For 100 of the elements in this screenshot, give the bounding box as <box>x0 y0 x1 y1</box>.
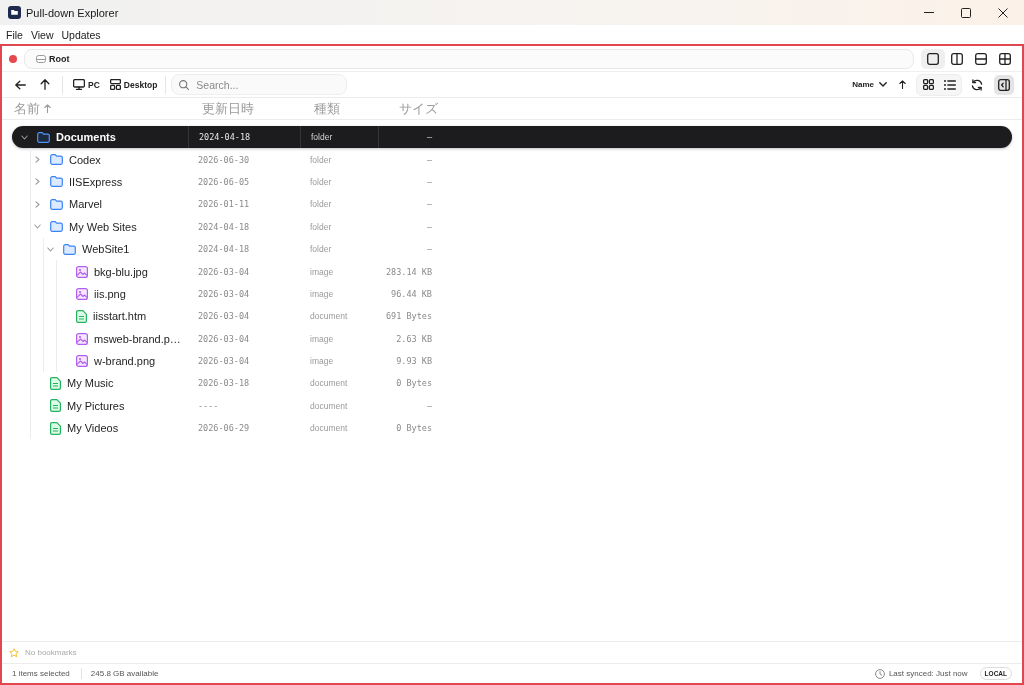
file-row[interactable]: My Web Sites 2024-04-18 folder — <box>12 215 1012 238</box>
chevron-right-icon[interactable] <box>34 200 40 208</box>
file-row[interactable]: msweb-brand.p… 2026-03-04 image 2.63 KB <box>12 327 1012 350</box>
file-row[interactable]: My Videos 2026-06-29 document 0 Bytes <box>12 417 1012 440</box>
menu-item[interactable]: Updates <box>57 28 105 41</box>
file-row[interactable]: iis.png 2026-03-04 image 96.44 KB <box>12 282 1012 306</box>
up-arrow-icon <box>898 80 906 89</box>
file-name: Documents <box>56 131 116 144</box>
two-row-icon <box>975 52 987 65</box>
window-layout-icon <box>109 79 121 90</box>
file-type: folder <box>310 199 332 210</box>
image-file-icon <box>76 355 88 368</box>
file-row[interactable]: w-brand.png 2026-03-04 image 9.93 KB <box>12 349 1012 373</box>
refresh-icon <box>971 78 983 91</box>
file-row[interactable]: iisstart.htm 2026-03-04 document 691 Bytes <box>12 305 1012 328</box>
address-bar[interactable]: Root <box>24 48 914 69</box>
file-size: — <box>426 199 432 210</box>
file-type: document <box>310 311 348 322</box>
four-pane-icon <box>999 52 1011 65</box>
folder-icon <box>63 243 76 255</box>
search-field[interactable]: Search... <box>171 74 348 95</box>
monitor-icon <box>73 79 85 90</box>
location-button[interactable]: PC <box>68 74 105 95</box>
close-icon <box>997 7 1008 18</box>
file-type: document <box>310 423 348 434</box>
folder-icon <box>50 221 63 233</box>
chevron-down-icon[interactable] <box>20 134 28 140</box>
file-size: — <box>426 400 432 411</box>
single-pane-button[interactable] <box>921 48 945 69</box>
file-row[interactable]: My Pictures ---- document — <box>12 394 1012 418</box>
folder-icon <box>37 131 50 143</box>
file-type: folder <box>310 221 332 232</box>
modified-date: 2024-04-18 <box>199 132 251 143</box>
file-size: — <box>426 221 432 232</box>
menu-item[interactable]: File <box>2 28 27 41</box>
status-dot-icon <box>9 54 17 63</box>
file-size: 9.93 KB <box>396 356 432 367</box>
file-size: 0 Bytes <box>396 423 432 434</box>
file-name: WebSite1 <box>82 243 130 256</box>
file-name: My Web Sites <box>69 220 137 233</box>
file-type: folder <box>311 132 333 143</box>
file-row[interactable]: WebSite1 2024-04-18 folder — <box>12 237 1012 261</box>
modified-date: 2026-03-04 <box>198 311 250 322</box>
modified-date: 2026-03-04 <box>198 333 250 344</box>
file-type: document <box>310 400 348 411</box>
star-icon <box>9 647 19 658</box>
chevron-right-icon[interactable] <box>34 156 40 164</box>
modified-date: 2026-01-11 <box>198 199 250 210</box>
file-row[interactable]: IISExpress 2026-06-05 folder — <box>12 170 1012 194</box>
file-name: msweb-brand.p… <box>94 332 181 345</box>
chevron-down-icon <box>879 82 887 87</box>
folder-icon <box>50 198 63 210</box>
file-name: w-brand.png <box>94 355 156 368</box>
folder-icon <box>50 154 63 166</box>
document-icon <box>76 309 87 323</box>
image-file-icon <box>76 287 88 300</box>
file-size: — <box>426 244 432 255</box>
file-row[interactable]: bkg-blu.jpg 2026-03-04 image 283.14 KB <box>12 260 1012 283</box>
up-arrow-icon <box>40 79 50 90</box>
back-arrow-icon <box>14 79 26 90</box>
sort-dropdown[interactable]: Name <box>849 74 890 95</box>
file-name: My Videos <box>67 422 119 435</box>
file-name: My Pictures <box>67 399 125 412</box>
file-size: 691 Bytes <box>385 311 432 322</box>
modified-date: 2026-03-18 <box>198 378 250 389</box>
file-type: image <box>310 288 334 299</box>
bookmarks-empty-text: No bookmarks <box>25 648 77 657</box>
file-size: 2.63 KB <box>396 333 432 344</box>
file-size: — <box>426 176 432 187</box>
modified-date: 2026-06-30 <box>198 154 250 165</box>
file-row[interactable]: My Music 2026-03-18 document 0 Bytes <box>12 372 1012 395</box>
list-view-icon <box>944 79 956 90</box>
minimize-icon <box>923 12 934 13</box>
file-type: image <box>310 266 334 277</box>
file-name: bkg-blu.jpg <box>94 265 148 278</box>
chevron-right-icon[interactable] <box>34 178 40 186</box>
modified-date: 2026-03-04 <box>198 266 250 277</box>
image-file-icon <box>76 265 88 278</box>
selection-count: 1 items selected <box>12 669 70 678</box>
free-space: 245.8 GB available <box>90 669 159 678</box>
file-type: image <box>310 333 334 344</box>
menu-item[interactable]: View <box>26 28 58 41</box>
breadcrumb-item[interactable]: Root <box>49 53 70 64</box>
modified-date: 2026-03-04 <box>198 356 250 367</box>
file-row[interactable]: Marvel 2026-01-11 folder — <box>12 193 1012 216</box>
modified-date: 2026-06-29 <box>198 423 250 434</box>
file-row[interactable]: Documents 2024-04-18 folder — <box>12 126 1012 149</box>
file-row[interactable]: Codex 2026-06-30 folder — <box>12 148 1012 171</box>
up-arrow-icon <box>44 104 51 113</box>
panel-toggle-button[interactable] <box>994 74 1014 95</box>
sync-status: Last synced: Just now <box>888 669 968 678</box>
file-size: 96.44 KB <box>391 288 432 299</box>
location-button[interactable]: Desktop <box>104 74 163 95</box>
clock-icon <box>874 668 885 679</box>
modified-date: 2026-06-05 <box>198 176 250 187</box>
modified-date: 2026-03-04 <box>198 288 250 299</box>
file-size: — <box>426 154 432 165</box>
file-name: iisstart.htm <box>93 310 147 323</box>
file-size: — <box>426 132 432 143</box>
window-title: Pull-down Explorer <box>26 6 119 19</box>
